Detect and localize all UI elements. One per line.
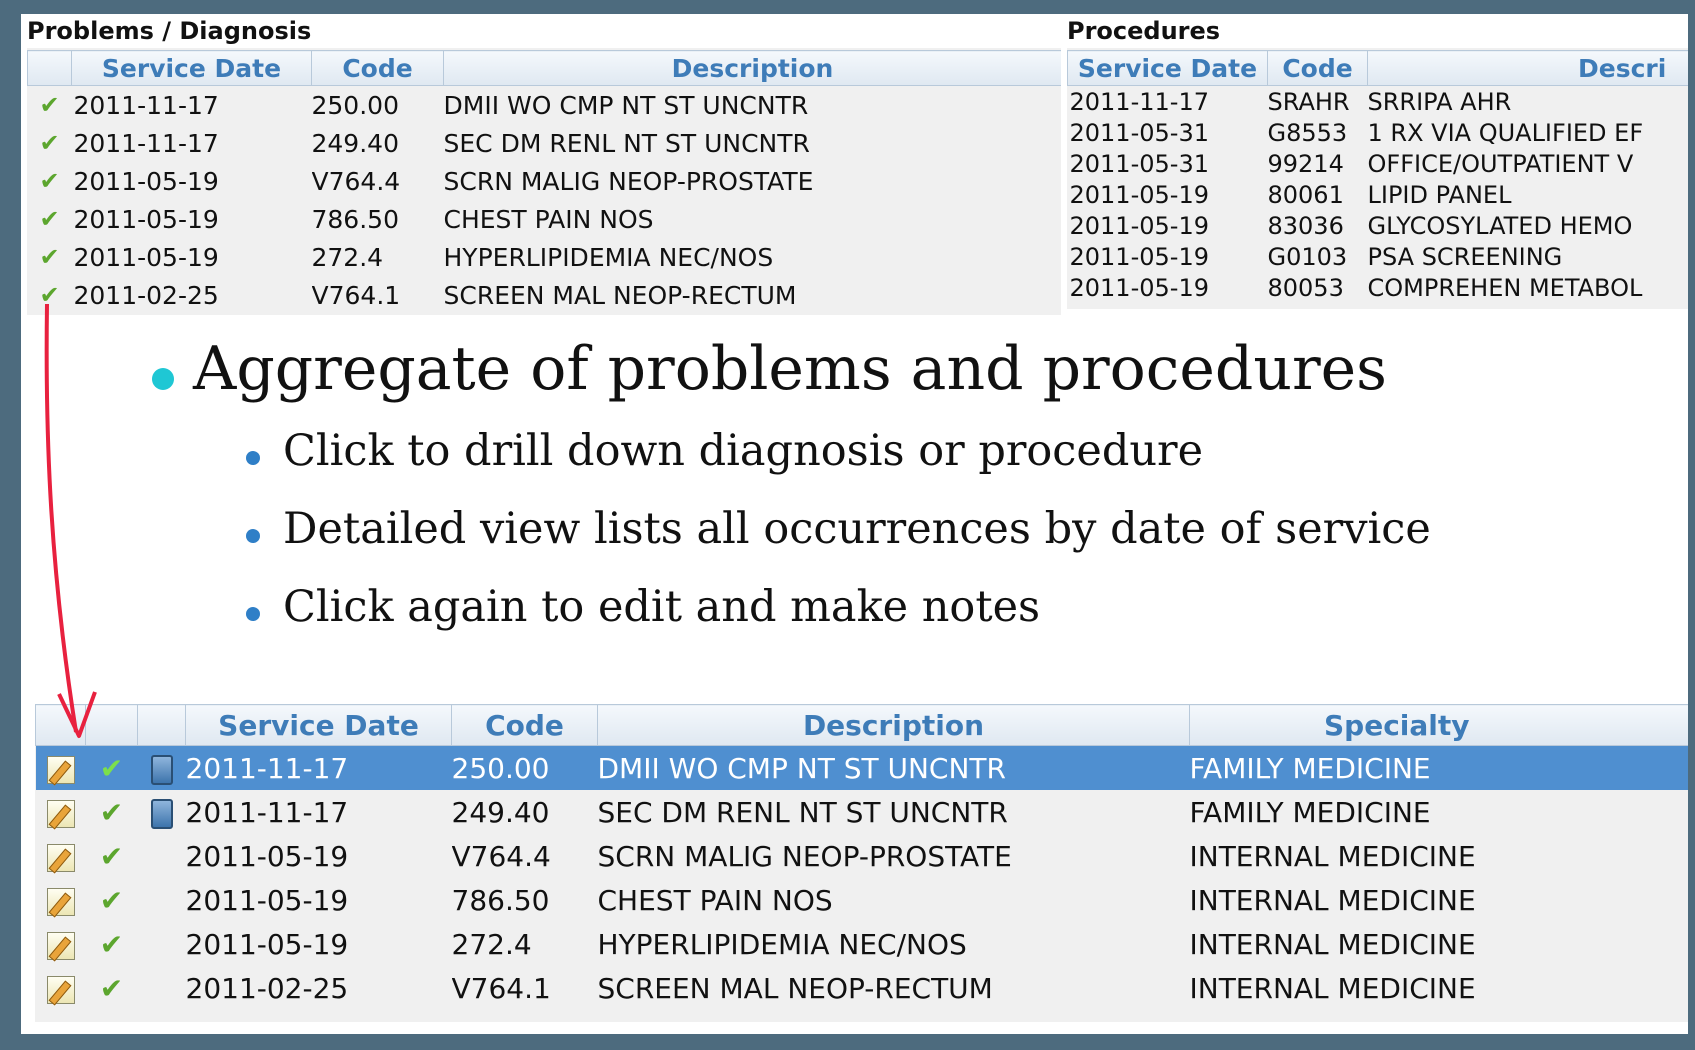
arrow-head	[57, 691, 97, 738]
drill-down-arrow	[44, 303, 97, 738]
arrow-shaft	[44, 303, 78, 733]
slide: Problems / Diagnosis Service Date Code D…	[21, 14, 1688, 1034]
